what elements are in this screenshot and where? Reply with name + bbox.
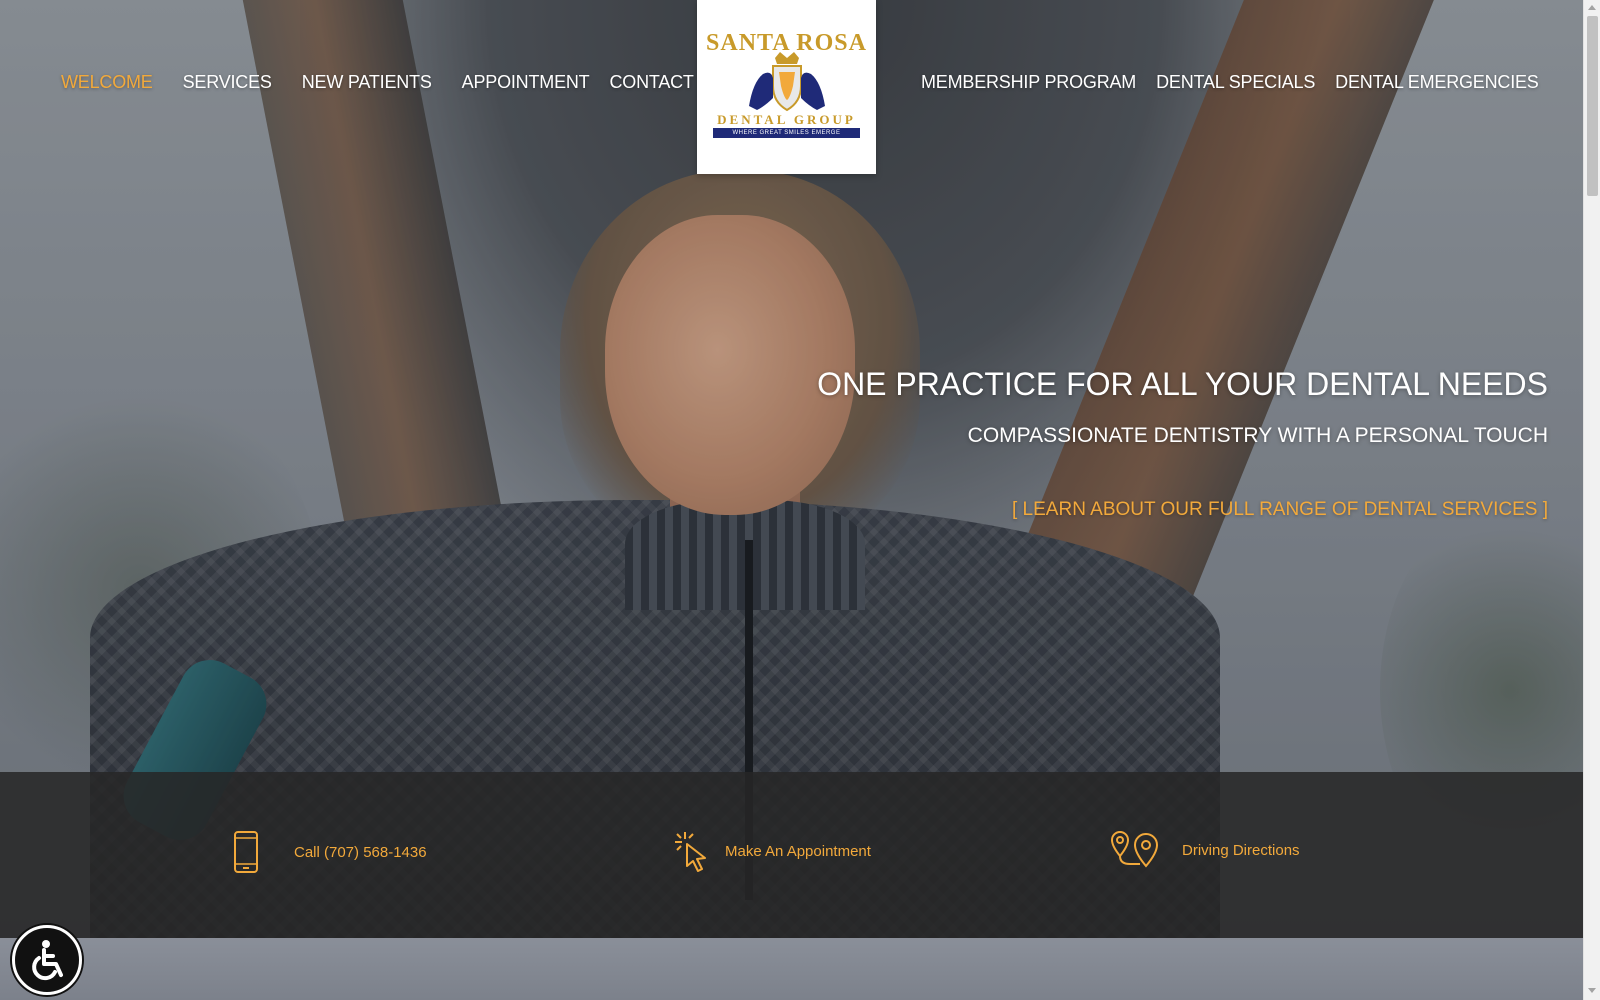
hero-subhead: COMPASSIONATE DENTISTRY WITH A PERSONAL … <box>967 424 1548 447</box>
logo-crest-icon <box>749 52 825 112</box>
nav-contact[interactable]: CONTACT <box>609 72 693 93</box>
make-appointment-link[interactable]: Make An Appointment <box>673 830 871 872</box>
directions-label: Driving Directions <box>1182 841 1300 859</box>
call-label: Call (707) 568-1436 <box>294 843 427 861</box>
nav-new-patients[interactable]: NEW PATIENTS <box>302 72 432 93</box>
main-nav-left: WELCOME SERVICES NEW PATIENTS APPOINTMEN… <box>61 72 694 93</box>
nav-dental-specials[interactable]: DENTAL SPECIALS <box>1156 72 1315 93</box>
nav-welcome[interactable]: WELCOME <box>61 72 153 93</box>
nav-services[interactable]: SERVICES <box>183 72 272 93</box>
scroll-thumb[interactable] <box>1587 16 1598 196</box>
contact-info-bar: Call (707) 568-1436 Make An Appointment … <box>0 772 1583 938</box>
nav-appointment[interactable]: APPOINTMENT <box>462 72 590 93</box>
nav-membership-program[interactable]: MEMBERSHIP PROGRAM <box>921 72 1136 93</box>
site-logo[interactable]: SANTA ROSA DENTAL GROUP WHERE GREAT SMIL… <box>697 0 876 174</box>
scroll-up-arrow[interactable] <box>1588 5 1596 10</box>
logo-tagline: WHERE GREAT SMILES EMERGE <box>713 128 860 138</box>
main-nav-right: MEMBERSHIP PROGRAM DENTAL SPECIALS DENTA… <box>921 72 1539 93</box>
nav-dental-emergencies[interactable]: DENTAL EMERGENCIES <box>1335 72 1539 93</box>
accessibility-icon <box>32 940 63 981</box>
map-pins-icon <box>1110 830 1159 868</box>
call-link[interactable]: Call (707) 568-1436 <box>233 830 427 874</box>
appointment-label: Make An Appointment <box>725 842 871 860</box>
services-cta-link[interactable]: [ LEARN ABOUT OUR FULL RANGE OF DENTAL S… <box>1012 499 1548 521</box>
click-cursor-icon <box>675 832 706 872</box>
logo-line-2: DENTAL GROUP <box>717 112 856 127</box>
scroll-down-arrow[interactable] <box>1588 988 1596 993</box>
page-scrollbar[interactable] <box>1583 0 1600 1000</box>
phone-icon <box>234 831 258 873</box>
next-section-preview <box>0 938 1583 1000</box>
driving-directions-link[interactable]: Driving Directions <box>1110 830 1300 870</box>
accessibility-button[interactable] <box>12 925 82 995</box>
hero-headline: ONE PRACTICE FOR ALL YOUR DENTAL NEEDS <box>817 366 1548 402</box>
